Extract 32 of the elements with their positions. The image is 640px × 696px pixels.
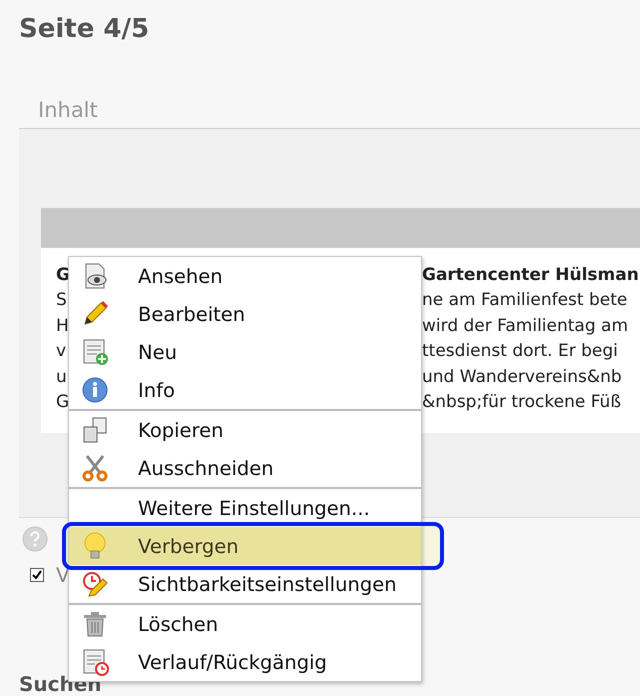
menu-item[interactable]: Verbergen — [69, 527, 421, 565]
content-text: &nbsp;für trockene Füß — [422, 392, 622, 412]
menu-item[interactable]: Neu — [69, 333, 421, 371]
menu-item[interactable]: Bearbeiten — [69, 295, 421, 333]
content-text: ttesdienst dort. Er begi — [422, 341, 618, 362]
menu-item[interactable]: Weitere Einstellungen... — [69, 489, 421, 527]
menu-item[interactable]: Sichtbarkeitseinstellungen — [69, 565, 421, 603]
copy-icon — [81, 416, 109, 444]
menu-item[interactable]: Ansehen — [69, 257, 421, 295]
content-text: und Wandervereins&nb — [422, 366, 622, 387]
menu-item[interactable]: Ausschneiden — [69, 449, 421, 487]
menu-item[interactable]: Verlauf/Rückgängig — [69, 643, 421, 681]
menu-item[interactable]: Löschen — [69, 605, 421, 643]
content-text: Gartencenter Hülsman — [422, 264, 639, 285]
trash-icon — [81, 610, 109, 638]
content-text: wird der Familientag am — [422, 316, 628, 336]
checkbox[interactable] — [30, 568, 44, 582]
content-text: S — [56, 290, 67, 310]
info-icon — [81, 376, 109, 404]
content-text: u — [56, 366, 67, 387]
menu-item[interactable]: Kopieren — [69, 411, 421, 449]
content-text: G — [56, 264, 70, 285]
menu-item[interactable]: Info — [69, 371, 421, 409]
content-text: v — [56, 341, 66, 362]
content-text: G — [56, 392, 70, 412]
new-record-icon — [81, 338, 109, 366]
scissors-icon — [81, 454, 109, 482]
clock-pencil-icon — [81, 570, 109, 598]
history-icon — [81, 648, 109, 676]
page-title: Seite 4/5 — [19, 14, 150, 44]
content-text: H — [56, 316, 69, 336]
content-text: ne am Familienfest bete — [422, 290, 628, 310]
